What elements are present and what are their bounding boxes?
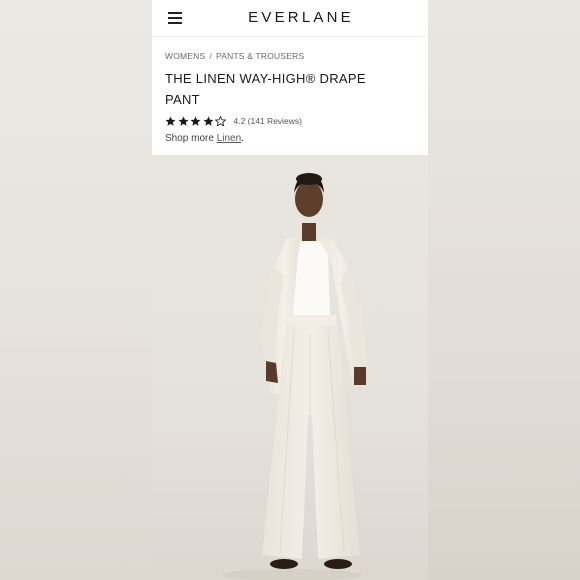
shop-more-suffix: . xyxy=(241,133,244,144)
star-filled-icon xyxy=(178,116,188,126)
model-illustration xyxy=(222,173,366,580)
product-info: WOMENS / PANTS & TROUSERS THE LINEN WAY-HI… xyxy=(152,37,428,144)
star-filled-icon xyxy=(190,116,201,126)
shop-more-text: Shop more Linen. xyxy=(165,133,415,144)
breadcrumb-separator: / xyxy=(209,51,212,61)
star-filled-icon xyxy=(203,116,213,126)
shop-more-linen-link[interactable]: Linen xyxy=(217,133,241,144)
breadcrumb-item-pants-trousers[interactable]: PANTS & TROUSERS xyxy=(216,51,304,61)
breadcrumb: WOMENS / PANTS & TROUSERS xyxy=(165,51,415,61)
brand-logo[interactable]: EVERLANE xyxy=(152,9,428,26)
breadcrumb-item-womens[interactable]: WOMENS xyxy=(165,51,205,61)
shop-more-prefix: Shop more xyxy=(165,133,217,144)
product-rating[interactable]: 4.2 (141 Reviews) xyxy=(165,114,415,128)
mobile-page: EVERLANE WOMENS / PANTS & TROUSERS THE LIN… xyxy=(152,0,428,580)
top-navigation-bar: EVERLANE xyxy=(152,0,428,37)
blurred-background-left xyxy=(0,0,152,580)
blurred-background-right xyxy=(428,0,580,580)
product-image[interactable] xyxy=(152,155,428,580)
rating-summary[interactable]: 4.2 (141 Reviews) xyxy=(234,116,303,126)
rating-stars xyxy=(165,115,228,127)
star-empty-icon xyxy=(215,115,226,127)
product-title: THE LINEN WAY-HIGH® DRAPE PANT xyxy=(165,71,366,107)
star-filled-icon xyxy=(165,116,176,126)
